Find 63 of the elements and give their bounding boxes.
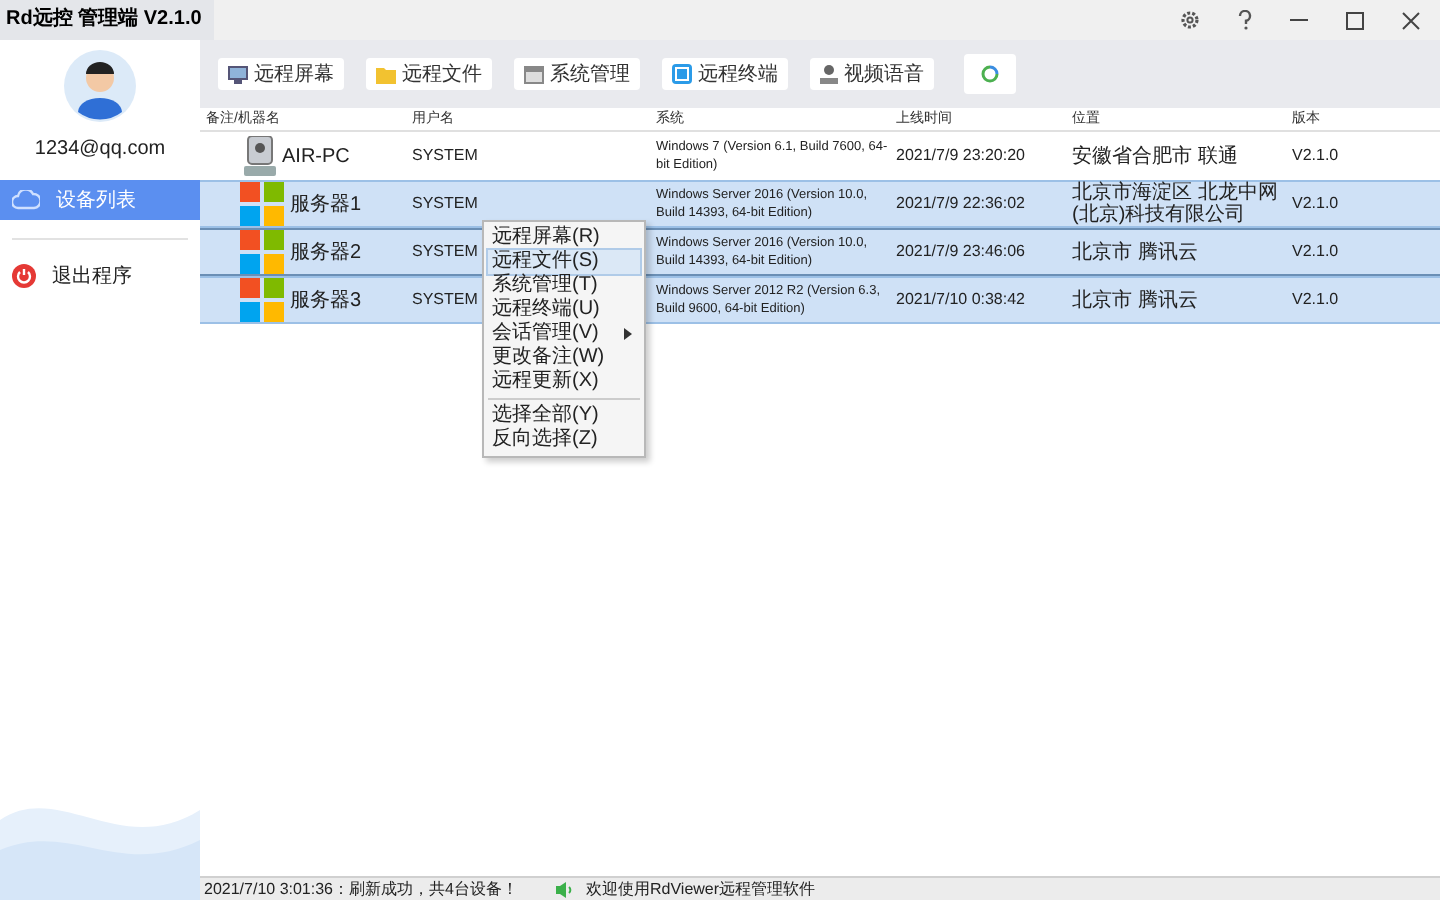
table-cell: 2021/7/10 0:38:42	[896, 290, 1026, 310]
settings-icon[interactable]	[1180, 10, 1200, 30]
menu-item[interactable]: 反向选择(Z)	[488, 428, 640, 452]
table-cell: 北京市 腾讯云	[1072, 289, 1198, 311]
menu-item[interactable]: 会话管理(V)	[488, 322, 640, 346]
menu-item[interactable]: 更改备注(W)	[488, 346, 640, 370]
welcome-message: 欢迎使用RdViewer远程管理软件	[586, 878, 816, 900]
table-cell: SYSTEM	[412, 290, 478, 310]
sidebar-item[interactable]: 退出程序	[0, 256, 200, 296]
device-name: 服务器2	[290, 241, 362, 263]
user-email: 1234@qq.com	[32, 138, 168, 160]
table-cell-text: 北京市海淀区 北龙中网(北京)科技有限公司	[1072, 182, 1280, 226]
table-cell: V2.1.0	[1292, 146, 1339, 166]
toolbar-button[interactable]: 远程终端	[662, 58, 788, 90]
refresh-button[interactable]	[964, 54, 1016, 94]
table-cell: V2.1.0	[1292, 242, 1339, 262]
table-row[interactable]: 服务器1	[200, 180, 406, 228]
device-name: AIR-PC	[282, 145, 350, 167]
menu-item[interactable]: 远程屏幕(R)	[488, 226, 640, 250]
table-row[interactable]: 服务器3	[200, 276, 406, 324]
folder-icon	[376, 65, 396, 83]
device-name: 服务器3	[290, 289, 362, 311]
windows-logo-icon	[240, 182, 284, 226]
close-icon[interactable]	[1402, 11, 1420, 29]
person-icon	[820, 64, 838, 84]
menu-item[interactable]: 远程更新(X)	[488, 370, 640, 394]
table-row[interactable]: 服务器2	[200, 228, 406, 276]
windows-logo-icon	[240, 230, 284, 274]
table-cell: 2021/7/9 23:46:06	[896, 242, 1026, 262]
menu-item[interactable]: 远程终端(U)	[488, 298, 640, 322]
power-icon	[12, 264, 36, 288]
computer-icon	[244, 136, 276, 176]
table-cell: 安徽省合肥市 联通	[1072, 145, 1238, 167]
toolbar-button[interactable]: 系统管理	[514, 58, 640, 90]
maximize-icon[interactable]	[1346, 11, 1364, 29]
toolbar-button[interactable]: 远程屏幕	[218, 58, 344, 90]
device-name: 服务器1	[290, 193, 362, 215]
table-cell: SYSTEM	[412, 146, 478, 166]
avatar	[64, 50, 136, 122]
menu-item[interactable]: 系统管理(T)	[488, 274, 640, 298]
submenu-arrow-icon	[624, 328, 632, 340]
table-cell: SYSTEM	[412, 194, 478, 214]
table-cell: 北京市 腾讯云	[1072, 241, 1198, 263]
table-cell: V2.1.0	[1292, 290, 1339, 310]
status-message: 2021/7/10 3:01:36：刷新成功，共4台设备！	[202, 878, 520, 900]
menu-item[interactable]: 远程文件(S)	[488, 250, 640, 274]
toolbar-button[interactable]: 远程文件	[366, 58, 492, 90]
monitor-icon	[228, 65, 248, 83]
table-cell: SYSTEM	[412, 242, 478, 262]
window-icon	[524, 65, 544, 83]
toolbar-button[interactable]: 视频语音	[810, 58, 934, 90]
menu-item[interactable]: 选择全部(Y)	[488, 404, 640, 428]
window-title: Rd远控 管理端 V2.1.0	[0, 0, 214, 40]
terminal-icon	[672, 64, 692, 84]
minimize-icon[interactable]	[1290, 18, 1308, 22]
speaker-icon	[556, 881, 574, 897]
table-cell: 2021/7/9 22:36:02	[896, 194, 1026, 214]
windows-logo-icon	[240, 278, 284, 322]
cloud-icon	[12, 190, 40, 210]
table-cell: V2.1.0	[1292, 194, 1339, 214]
table-cell: 2021/7/9 23:20:20	[896, 146, 1026, 166]
refresh-icon	[980, 64, 1000, 84]
help-icon[interactable]	[1238, 10, 1252, 30]
